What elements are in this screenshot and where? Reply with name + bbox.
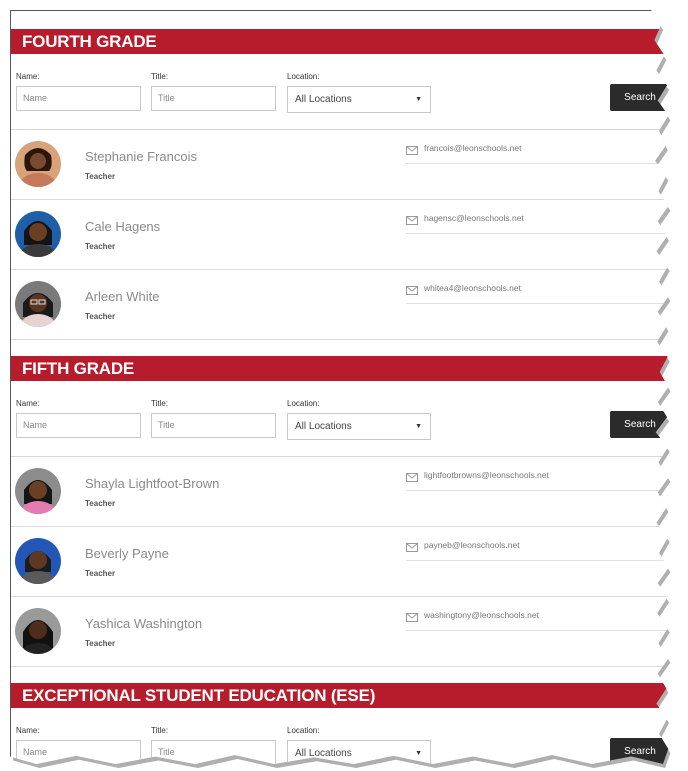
staff-email-link[interactable]: whitea4@leonschools.net bbox=[424, 283, 521, 293]
chevron-down-icon: ▼ bbox=[415, 423, 422, 430]
mail-icon bbox=[406, 473, 418, 482]
location-select-value: All Locations bbox=[295, 421, 352, 432]
staff-title: Teacher bbox=[85, 172, 116, 181]
title-input[interactable]: Title bbox=[151, 413, 276, 438]
staff-row: Arleen White Teacher whitea4@leonschools… bbox=[11, 270, 669, 340]
filter-bar: Name: Title: Location: Name Title All Lo… bbox=[11, 708, 669, 764]
staff-email-link[interactable]: hagensc@leonschools.net bbox=[424, 213, 524, 223]
name-filter-label: Name: bbox=[16, 726, 40, 735]
title-filter-label: Title: bbox=[151, 72, 169, 81]
location-select[interactable]: All Locations ▼ bbox=[287, 413, 431, 440]
staff-title: Teacher bbox=[85, 639, 116, 648]
search-button[interactable]: Search bbox=[610, 411, 669, 438]
mail-icon bbox=[406, 543, 418, 552]
name-filter-label: Name: bbox=[16, 72, 40, 81]
staff-title: Teacher bbox=[85, 242, 116, 251]
location-select[interactable]: All Locations ▼ bbox=[287, 86, 431, 113]
location-filter-label: Location: bbox=[287, 726, 320, 735]
avatar[interactable] bbox=[15, 281, 61, 327]
chevron-down-icon: ▼ bbox=[415, 96, 422, 103]
avatar[interactable] bbox=[15, 608, 61, 654]
location-filter-label: Location: bbox=[287, 399, 320, 408]
staff-name[interactable]: Yashica Washington bbox=[85, 616, 202, 631]
staff-name[interactable]: Stephanie Francois bbox=[85, 149, 197, 164]
name-input[interactable]: Name bbox=[16, 413, 141, 438]
mail-icon bbox=[406, 286, 418, 295]
name-filter-label: Name: bbox=[16, 399, 40, 408]
mail-icon bbox=[406, 216, 418, 225]
divider bbox=[406, 560, 669, 561]
section-fifth-grade: FIFTH GRADE Name: Title: Location: Name … bbox=[11, 356, 669, 667]
staff-row: Stephanie Francois Teacher francois@leon… bbox=[11, 130, 669, 200]
staff-email-link[interactable]: payneb@leonschools.net bbox=[424, 540, 520, 550]
staff-row: Shayla Lightfoot-Brown Teacher lightfoot… bbox=[11, 457, 669, 527]
divider bbox=[406, 303, 669, 304]
avatar[interactable] bbox=[15, 468, 61, 514]
section-heading: FIFTH GRADE bbox=[11, 356, 669, 381]
divider bbox=[406, 163, 669, 164]
location-select-value: All Locations bbox=[295, 94, 352, 105]
staff-title: Teacher bbox=[85, 312, 116, 321]
filter-bar: Name: Title: Location: Name Title All Lo… bbox=[11, 381, 669, 457]
title-input[interactable]: Title bbox=[151, 86, 276, 111]
staff-name[interactable]: Cale Hagens bbox=[85, 219, 160, 234]
staff-row: Cale Hagens Teacher hagensc@leonschools.… bbox=[11, 200, 669, 270]
divider bbox=[406, 630, 669, 631]
divider bbox=[406, 490, 669, 491]
staff-row: Yashica Washington Teacher washingtony@l… bbox=[11, 597, 669, 667]
divider bbox=[406, 233, 669, 234]
avatar[interactable] bbox=[15, 211, 61, 257]
mail-icon bbox=[406, 613, 418, 622]
staff-email-link[interactable]: lightfootbrowns@leonschools.net bbox=[424, 470, 549, 480]
directory-page: FOURTH GRADE Name: Title: Location: Name… bbox=[10, 10, 669, 764]
section-fourth-grade: FOURTH GRADE Name: Title: Location: Name… bbox=[11, 29, 669, 340]
staff-name[interactable]: Beverly Payne bbox=[85, 546, 169, 561]
title-filter-label: Title: bbox=[151, 399, 169, 408]
location-select-value: All Locations bbox=[295, 748, 352, 759]
staff-name[interactable]: Arleen White bbox=[85, 289, 159, 304]
section-heading: FOURTH GRADE bbox=[11, 29, 669, 54]
title-filter-label: Title: bbox=[151, 726, 169, 735]
section-heading: EXCEPTIONAL STUDENT EDUCATION (ESE) bbox=[11, 683, 669, 708]
location-filter-label: Location: bbox=[287, 72, 320, 81]
name-input[interactable]: Name bbox=[16, 740, 141, 764]
avatar[interactable] bbox=[15, 538, 61, 584]
mail-icon bbox=[406, 146, 418, 155]
staff-row: Beverly Payne Teacher payneb@leonschools… bbox=[11, 527, 669, 597]
staff-email-link[interactable]: washingtony@leonschools.net bbox=[424, 610, 539, 620]
staff-title: Teacher bbox=[85, 569, 116, 578]
staff-name[interactable]: Shayla Lightfoot-Brown bbox=[85, 476, 219, 491]
filter-bar: Name: Title: Location: Name Title All Lo… bbox=[11, 54, 669, 130]
section-ese: EXCEPTIONAL STUDENT EDUCATION (ESE) Name… bbox=[11, 683, 669, 764]
staff-email-link[interactable]: francois@leonschools.net bbox=[424, 143, 521, 153]
avatar[interactable] bbox=[15, 141, 61, 187]
staff-title: Teacher bbox=[85, 499, 116, 508]
name-input[interactable]: Name bbox=[16, 86, 141, 111]
